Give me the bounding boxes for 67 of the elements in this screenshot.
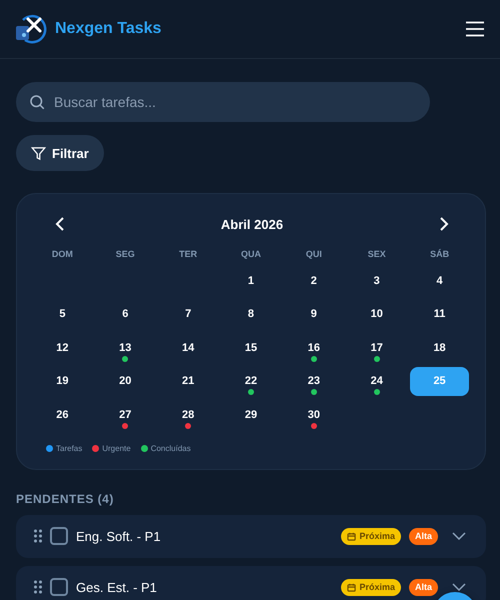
weekday-label: SEG bbox=[114, 248, 136, 261]
task-title: Eng. Soft. - P1 bbox=[76, 528, 162, 544]
legend-label: Urgente bbox=[102, 444, 131, 452]
app-title: Nexgen Tasks bbox=[55, 20, 162, 38]
calendar-day[interactable]: 10 bbox=[362, 301, 392, 328]
calendar-day[interactable]: 23 bbox=[298, 368, 329, 394]
calendar-day[interactable]: 5 bbox=[47, 301, 78, 328]
calendar-day[interactable]: 29 bbox=[236, 402, 266, 428]
calendar-day[interactable]: 13 bbox=[110, 334, 140, 361]
weekday-label: DOM bbox=[50, 248, 74, 261]
calendar-day[interactable]: 11 bbox=[424, 301, 455, 328]
previous-month-button[interactable] bbox=[55, 217, 65, 231]
task-checkbox[interactable] bbox=[50, 578, 68, 596]
weekday-label: SEX bbox=[366, 248, 387, 261]
logo-icon bbox=[15, 14, 47, 44]
weekday-label: SÁB bbox=[429, 248, 450, 261]
chevron-down-icon[interactable] bbox=[452, 583, 466, 591]
calendar-day[interactable]: 17 bbox=[362, 334, 392, 361]
month-title: Abril 2026 bbox=[220, 216, 284, 232]
calendar-day[interactable]: 30 bbox=[298, 402, 329, 428]
priority-tag: Alta bbox=[408, 578, 438, 596]
calendar-day[interactable]: 18 bbox=[424, 334, 455, 361]
chevron-down-icon[interactable] bbox=[452, 532, 466, 540]
due-tag: Próxima bbox=[341, 528, 401, 544]
calendar-icon bbox=[347, 582, 356, 592]
task-checkbox[interactable] bbox=[50, 527, 68, 545]
calendar-day[interactable]: 1 bbox=[236, 268, 266, 294]
weekday-label: QUI bbox=[304, 248, 323, 261]
calendar-day[interactable]: 27 bbox=[110, 402, 140, 428]
drag-handle-icon[interactable] bbox=[34, 529, 42, 543]
search-field[interactable]: Buscar tarefas... bbox=[16, 82, 430, 122]
calendar-day[interactable]: 19 bbox=[47, 368, 78, 394]
calendar-day[interactable]: 8 bbox=[236, 301, 266, 328]
calendar-day[interactable]: 26 bbox=[47, 402, 78, 428]
calendar-day[interactable]: 24 bbox=[362, 368, 392, 394]
legend-label: Concluídas bbox=[150, 444, 191, 452]
task-title: Ges. Est. - P1 bbox=[76, 580, 158, 594]
search-icon bbox=[28, 93, 46, 111]
calendar-day[interactable]: 21 bbox=[173, 368, 204, 394]
calendar-day[interactable]: 3 bbox=[362, 268, 392, 294]
calendar-day[interactable]: 20 bbox=[110, 368, 140, 394]
next-month-button[interactable] bbox=[439, 217, 449, 231]
calendar-day[interactable]: 9 bbox=[298, 301, 329, 328]
calendar-day[interactable]: 28 bbox=[173, 402, 204, 428]
priority-tag: Alta bbox=[408, 528, 438, 544]
calendar-day[interactable]: 7 bbox=[173, 301, 204, 328]
calendar-day[interactable]: 6 bbox=[110, 301, 140, 328]
menu-icon bbox=[466, 21, 484, 37]
weekday-label: QUA bbox=[240, 248, 262, 261]
due-tag: Próxima bbox=[341, 578, 401, 596]
weekday-label: TER bbox=[178, 248, 198, 261]
calendar-day[interactable]: 2 bbox=[298, 268, 329, 294]
section-title: PENDENTES (4) bbox=[16, 492, 115, 506]
menu-button[interactable] bbox=[466, 21, 484, 37]
chevron-right-icon bbox=[439, 217, 449, 231]
calendar-day[interactable]: 4 bbox=[424, 268, 455, 294]
drag-handle-icon[interactable] bbox=[34, 580, 42, 594]
calendar-icon bbox=[347, 532, 356, 540]
calendar-day[interactable]: 22 bbox=[236, 368, 266, 394]
calendar-day[interactable]: 15 bbox=[236, 334, 266, 361]
chevron-left-icon bbox=[55, 217, 65, 231]
filter-icon bbox=[31, 146, 46, 160]
calendar-day[interactable]: 16 bbox=[298, 334, 329, 361]
calendar-day[interactable]: 14 bbox=[173, 334, 204, 361]
legend-label: Tarefas bbox=[56, 444, 82, 452]
calendar-day[interactable]: 12 bbox=[47, 334, 78, 361]
filter-button[interactable]: Filtrar bbox=[16, 135, 104, 171]
